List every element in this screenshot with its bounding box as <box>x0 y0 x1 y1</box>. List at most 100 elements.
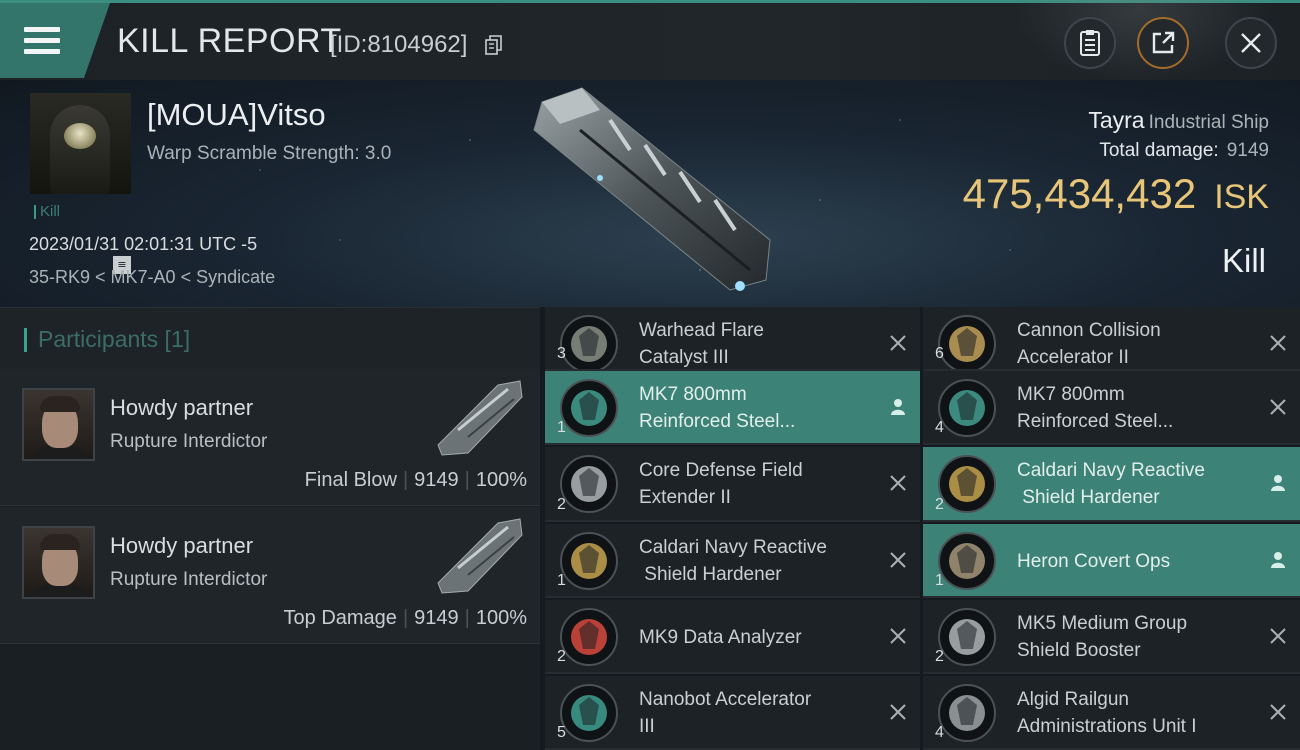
participant-avatar[interactable] <box>22 526 95 599</box>
module-icon <box>938 379 996 437</box>
participant-name: Howdy partner <box>110 533 254 558</box>
kill-datetime: 2023/01/31 02:01:31 UTC -5 <box>29 234 258 254</box>
module-item[interactable]: 6 Cannon Collision Accelerator II <box>923 307 1300 371</box>
module-item[interactable]: 1 Heron Covert Ops <box>923 524 1300 598</box>
module-name: Cannon Collision Accelerator II <box>1017 320 1161 368</box>
module-item[interactable]: 1 MK7 800mm Reinforced Steel... <box>545 371 920 445</box>
participant-ship: Rupture Interdictor <box>110 569 268 590</box>
share-button[interactable] <box>1137 17 1189 69</box>
module-name: MK5 Medium Group Shield Booster <box>1017 613 1188 661</box>
module-name: MK7 800mm Reinforced Steel... <box>1017 384 1174 432</box>
module-icon <box>560 315 618 369</box>
module-item[interactable]: 5 Nanobot Accelerator III <box>545 676 920 750</box>
module-item[interactable]: 2 MK5 Medium Group Shield Booster <box>923 600 1300 674</box>
participant-ship-image <box>437 380 523 456</box>
module-name: Heron Covert Ops <box>1017 551 1171 572</box>
total-damage: Total damage: 9149 <box>1099 140 1269 161</box>
module-item[interactable]: 4 Algid Railgun Administrations Unit I <box>923 676 1300 750</box>
module-item[interactable]: 4 MK7 800mm Reinforced Steel... <box>923 371 1300 445</box>
participant-card[interactable]: Howdy partner Rupture Interdictor Final … <box>0 369 540 506</box>
module-quantity: 2 <box>935 648 944 665</box>
module-name: Caldari Navy Reactive Shield Hardener <box>639 537 827 585</box>
warp-scramble-strength: Warp Scramble Strength: 3.0 <box>147 143 392 164</box>
module-quantity: 1 <box>557 572 566 589</box>
destroyed-x-icon <box>1270 704 1286 720</box>
copy-icon[interactable] <box>484 34 504 56</box>
menu-button[interactable] <box>0 3 110 78</box>
kill-location: 35-RK9 < MK7-A0 < Syndicate <box>29 267 276 287</box>
victim-summary-panel: ≡ [MOUA]Vitso Warp Scramble Strength: 3.… <box>0 80 1300 307</box>
module-name: Caldari Navy Reactive Shield Hardener <box>1017 460 1205 508</box>
module-quantity: 3 <box>557 345 566 362</box>
victim-name[interactable]: [MOUA]Vitso <box>147 97 326 133</box>
person-icon <box>891 399 905 415</box>
module-quantity: 6 <box>935 345 944 362</box>
module-quantity: 2 <box>557 648 566 665</box>
module-icon <box>560 608 618 666</box>
participant-name: Howdy partner <box>110 395 254 420</box>
module-item[interactable]: 2 MK9 Data Analyzer <box>545 600 920 674</box>
destroyed-x-icon <box>890 704 906 720</box>
participants-header: Participants [1] <box>0 307 540 369</box>
isk-value: 475,434,432 ISK <box>962 170 1269 217</box>
module-name: Algid Railgun Administrations Unit I <box>1017 689 1197 737</box>
destroyed-x-icon <box>890 552 906 568</box>
module-item[interactable]: 2 Core Defense Field Extender II <box>545 447 920 522</box>
module-name: Core Defense Field Extender II <box>639 460 803 508</box>
participant-avatar[interactable] <box>22 388 95 461</box>
header-bar: KILL REPORT [ID:8104962] <box>0 0 1300 83</box>
participant-stats: Final Blow | 9149 | 100% <box>304 469 527 491</box>
clipboard-button[interactable] <box>1064 17 1116 69</box>
module-icon <box>560 379 618 437</box>
module-icon <box>560 455 618 513</box>
module-name: Warhead Flare Catalyst III <box>639 320 764 368</box>
participants-title: Participants [1] <box>38 326 191 352</box>
module-item[interactable]: 1 Caldari Navy Reactive Shield Hardener <box>545 524 920 598</box>
module-quantity: 2 <box>935 496 944 513</box>
module-name: MK7 800mm Reinforced Steel... <box>639 384 796 432</box>
destroyed-x-icon <box>890 475 906 491</box>
module-item[interactable]: 2 Caldari Navy Reactive Shield Hardener <box>923 447 1300 522</box>
report-id: [ID:8104962] <box>330 31 468 58</box>
share-icon <box>1152 31 1175 54</box>
module-quantity: 5 <box>557 724 566 741</box>
destroyed-x-icon <box>890 628 906 644</box>
participant-card[interactable]: Howdy partner Rupture Interdictor Top Da… <box>0 507 540 644</box>
destroyed-x-icon <box>890 335 906 351</box>
kill-type-tag: Kill <box>34 204 60 219</box>
module-name: MK9 Data Analyzer <box>639 627 802 648</box>
close-button[interactable] <box>1225 17 1277 69</box>
module-quantity: 1 <box>935 572 944 589</box>
destroyed-x-icon <box>1270 399 1286 415</box>
participant-stats: Top Damage | 9149 | 100% <box>283 607 527 629</box>
module-icon <box>938 608 996 666</box>
module-name: Nanobot Accelerator III <box>639 689 812 737</box>
module-quantity: 2 <box>557 496 566 513</box>
kill-result: Kill <box>1221 242 1266 279</box>
destroyed-x-icon <box>1270 628 1286 644</box>
person-icon <box>1271 475 1285 491</box>
participants-panel: Participants [1] Howdy partner Rupture I… <box>0 307 540 750</box>
fitted-modules-grid: 3 Warhead Flare Catalyst III 1 MK7 800mm Rein… <box>545 307 1300 750</box>
module-icon <box>560 684 618 742</box>
module-icon <box>938 532 996 590</box>
module-quantity: 1 <box>557 419 566 436</box>
module-quantity: 4 <box>935 419 944 436</box>
victim-ship-image <box>533 87 771 291</box>
kill-report-screen: KILL REPORT [ID:8104962] ≡ [MOUA]Vitso W… <box>0 0 1300 750</box>
page-title: KILL REPORT <box>117 22 342 60</box>
module-icon <box>560 532 618 590</box>
module-icon <box>938 455 996 513</box>
clipboard-icon <box>1080 30 1100 56</box>
participant-ship-image <box>437 518 523 594</box>
victim-portrait[interactable] <box>30 93 131 194</box>
victim-ship[interactable]: Tayra Industrial Ship <box>1088 107 1269 134</box>
menu-icon <box>24 27 60 55</box>
module-icon <box>938 684 996 742</box>
close-icon <box>1241 33 1261 53</box>
module-icon <box>938 315 996 369</box>
destroyed-x-icon <box>1270 335 1286 351</box>
module-item[interactable]: 3 Warhead Flare Catalyst III <box>545 307 920 371</box>
module-quantity: 4 <box>935 724 944 741</box>
participant-ship: Rupture Interdictor <box>110 431 268 452</box>
